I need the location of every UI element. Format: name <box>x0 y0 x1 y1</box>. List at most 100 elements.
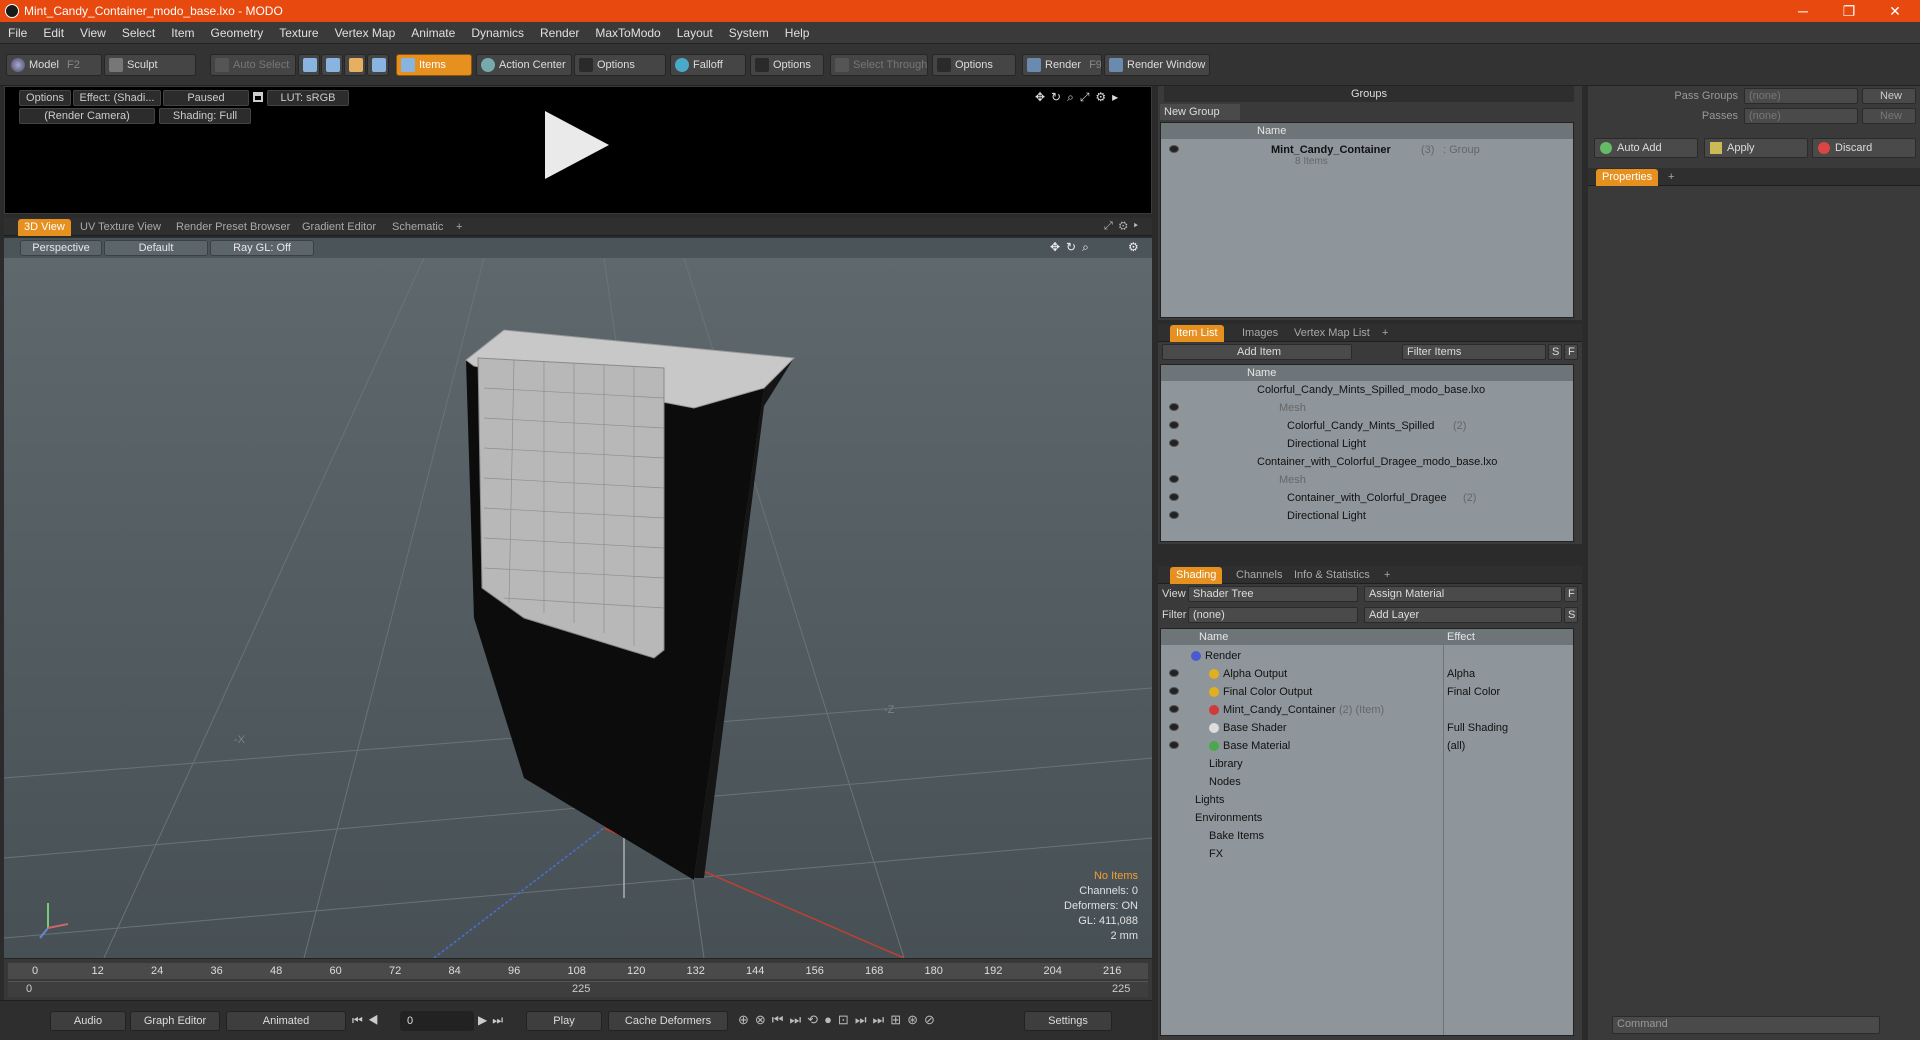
shader-row-effect[interactable]: (all) <box>1447 737 1465 755</box>
list-item[interactable]: Colorful_Candy_Mints_Spilled_modo_base.l… <box>1161 381 1573 399</box>
shader-tree-dropdown[interactable]: Shader Tree <box>1188 586 1358 602</box>
visibility-eye-icon[interactable] <box>1169 741 1179 749</box>
sculpt-mode-button[interactable]: Sculpt <box>104 54 196 76</box>
select-through-options-button[interactable]: Options <box>932 54 1016 76</box>
item-list-tree[interactable]: Name Colorful_Candy_Mints_Spilled_modo_b… <box>1160 364 1574 542</box>
shader-row[interactable]: Environments <box>1161 809 1573 827</box>
shader-row-effect[interactable]: Full Shading <box>1447 719 1508 737</box>
add-tab-button[interactable]: + <box>1378 567 1396 584</box>
visibility-eye-icon[interactable] <box>1169 669 1179 677</box>
menu-system[interactable]: System <box>721 22 777 44</box>
tab-properties[interactable]: Properties <box>1596 169 1659 186</box>
play-icon[interactable] <box>545 111 609 179</box>
raygl-dropdown[interactable]: Ray GL: Off <box>210 240 314 256</box>
items-mode-button[interactable]: Items <box>396 54 472 76</box>
animated-dropdown[interactable]: Animated <box>226 1011 346 1031</box>
default-style-dropdown[interactable]: Default <box>104 240 208 256</box>
shading-dropdown[interactable]: Shading: Full <box>159 108 251 124</box>
menu-render[interactable]: Render <box>532 22 587 44</box>
preview-paused-button[interactable]: Paused <box>163 90 249 106</box>
key-tool-icons[interactable]: ⊕⊗⏮⏭⟲●⊡⏭⏭⊞⊛⊘ <box>738 1012 941 1028</box>
render-button[interactable]: Render F9 <box>1022 54 1102 76</box>
add-tab-button[interactable]: + <box>450 219 468 236</box>
preview-nav-icons[interactable]: ✥↻⌕⤢⚙▸ <box>1035 90 1124 105</box>
group-row-mint-candy-container[interactable]: Mint_Candy_Container (3) : Group 8 Items <box>1161 141 1573 167</box>
visibility-eye-icon[interactable] <box>1169 475 1179 483</box>
shader-row[interactable]: Base Shader Full Shading <box>1161 719 1573 737</box>
add-tab-button[interactable]: + <box>1376 325 1394 342</box>
menu-dynamics[interactable]: Dynamics <box>463 22 532 44</box>
menu-animate[interactable]: Animate <box>403 22 463 44</box>
minimize-button[interactable]: ─ <box>1780 0 1826 22</box>
tab-images[interactable]: Images <box>1236 325 1284 342</box>
render-window-button[interactable]: Render Window <box>1104 54 1210 76</box>
skip-back-icons[interactable]: ⏮◀ <box>352 1013 384 1028</box>
visibility-eye-icon[interactable] <box>1169 439 1179 447</box>
menu-file[interactable]: File <box>0 22 35 44</box>
add-layer-dropdown[interactable]: Add Layer <box>1364 607 1562 623</box>
timeline[interactable]: 0 12 24 36 48 60 72 84 96 108 120 132 144 156 168 180 19… <box>4 958 1152 1000</box>
cache-deformers-button[interactable]: Cache Deformers <box>608 1011 728 1031</box>
shader-row[interactable]: Mint_Candy_Container (2) (Item) <box>1161 701 1573 719</box>
list-item[interactable]: Colorful_Candy_Mints_Spilled (2) <box>1161 417 1573 435</box>
command-input[interactable]: Command <box>1612 1016 1880 1034</box>
tab-vertex-map-list[interactable]: Vertex Map List <box>1288 325 1376 342</box>
menu-texture[interactable]: Texture <box>271 22 326 44</box>
shader-row[interactable]: Base Material (all) <box>1161 737 1573 755</box>
audio-button[interactable]: Audio <box>50 1011 126 1031</box>
menu-layout[interactable]: Layout <box>669 22 721 44</box>
add-tab-button[interactable]: + <box>1662 169 1680 186</box>
menu-vertex-map[interactable]: Vertex Map <box>327 22 404 44</box>
menu-geometry[interactable]: Geometry <box>203 22 272 44</box>
graph-editor-button[interactable]: Graph Editor <box>130 1011 220 1031</box>
play-button[interactable]: Play <box>526 1011 602 1031</box>
shading-f-button[interactable]: F <box>1564 586 1578 602</box>
polygons-select-button[interactable] <box>344 54 366 76</box>
list-item[interactable]: Directional Light <box>1161 507 1573 525</box>
list-item[interactable]: Directional Light <box>1161 435 1573 453</box>
list-item[interactable]: Mesh <box>1161 399 1573 417</box>
falloff-options-button[interactable]: Options <box>750 54 824 76</box>
preview-effect-dropdown[interactable]: Effect: (Shadi... <box>73 90 161 106</box>
visibility-eye-icon[interactable] <box>1169 145 1179 153</box>
menu-view[interactable]: View <box>72 22 114 44</box>
edges-select-button[interactable] <box>321 54 343 76</box>
shader-row-effect[interactable]: Final Color <box>1447 683 1500 701</box>
tab-3d-view[interactable]: 3D View <box>18 219 71 236</box>
tab-shading[interactable]: Shading <box>1170 567 1223 584</box>
list-item[interactable]: Container_with_Colorful_Dragee_modo_base… <box>1161 453 1573 471</box>
viewport-nav-icons[interactable]: ✥↻⌕ <box>1050 240 1095 255</box>
shader-row-effect[interactable]: Alpha <box>1447 665 1475 683</box>
tab-info-statistics[interactable]: Info & Statistics <box>1288 567 1376 584</box>
auto-select-button[interactable]: Auto Select <box>210 54 296 76</box>
assign-material-button[interactable]: Assign Material <box>1364 586 1562 602</box>
filter-dropdown[interactable]: (none) <box>1188 607 1358 623</box>
groups-list[interactable]: Name Mint_Candy_Container (3) : Group 8 … <box>1160 122 1574 318</box>
shader-row[interactable]: Alpha Output Alpha <box>1161 665 1573 683</box>
select-through-button[interactable]: Select Through <box>830 54 928 76</box>
skip-forward-icons[interactable]: ▶⏭ <box>478 1013 508 1028</box>
render-camera-dropdown[interactable]: (Render Camera) <box>19 108 155 124</box>
filter-items-input[interactable]: Filter Items <box>1402 344 1546 360</box>
viewport-gear-icon[interactable]: ⚙ <box>1128 240 1139 254</box>
visibility-eye-icon[interactable] <box>1169 723 1179 731</box>
tab-item-list[interactable]: Item List <box>1170 325 1224 342</box>
menu-help[interactable]: Help <box>777 22 818 44</box>
preview-options-button[interactable]: Options <box>19 90 71 106</box>
list-item[interactable]: Mesh <box>1161 471 1573 489</box>
list-item[interactable]: Container_with_Colorful_Dragee (2) <box>1161 489 1573 507</box>
visibility-eye-icon[interactable] <box>1169 687 1179 695</box>
3d-viewport[interactable]: -X -Z No Items Channels: 0 Deformers: ON… <box>4 258 1152 958</box>
falloff-button[interactable]: Falloff <box>670 54 746 76</box>
item-list-f-button[interactable]: F <box>1564 344 1578 360</box>
tab-channels[interactable]: Channels <box>1230 567 1288 584</box>
vertices-select-button[interactable] <box>298 54 320 76</box>
lock-icon[interactable] <box>253 92 263 102</box>
action-center-options-button[interactable]: Options <box>574 54 666 76</box>
shader-row[interactable]: Bake Items <box>1161 827 1573 845</box>
add-item-dropdown[interactable]: Add Item <box>1162 344 1352 360</box>
visibility-eye-icon[interactable] <box>1169 403 1179 411</box>
maximize-button[interactable]: ❐ <box>1826 0 1872 22</box>
shader-tree[interactable]: Name Effect Render Alpha Output Alpha Final… <box>1160 628 1574 1036</box>
perspective-dropdown[interactable]: Perspective <box>20 240 102 256</box>
